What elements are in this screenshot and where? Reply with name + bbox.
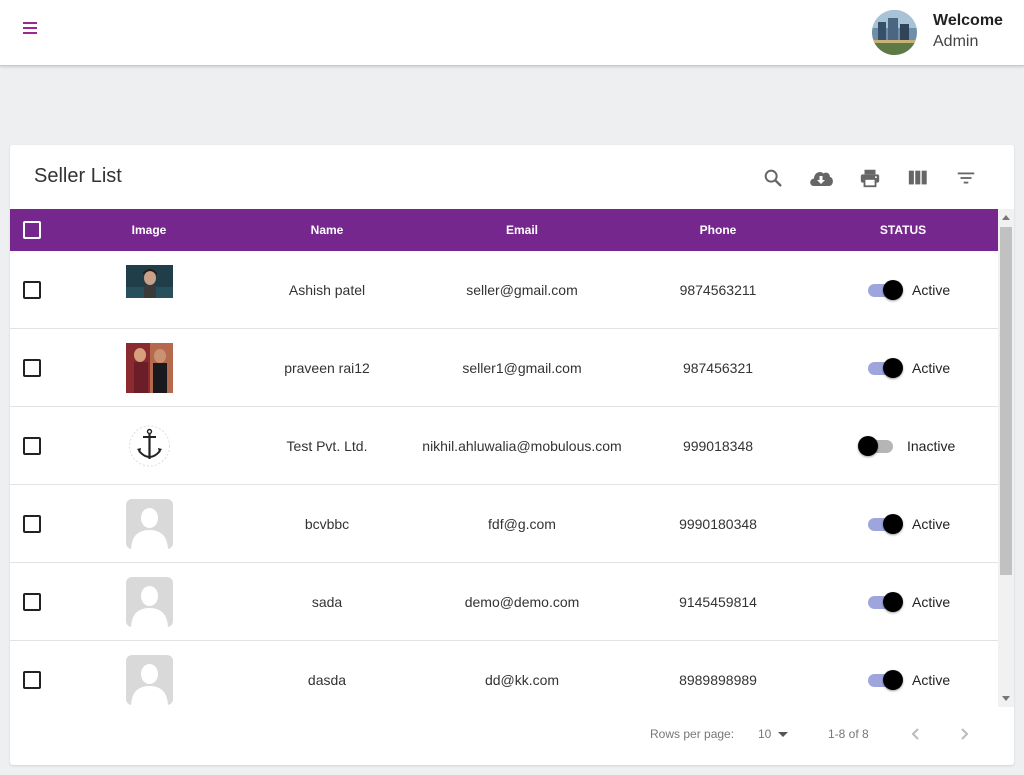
table-row: Test Pvt. Ltd. nikhil.ahluwalia@mobulous… <box>10 407 998 485</box>
status-label: Active <box>912 282 951 298</box>
user-name: Admin <box>933 33 979 50</box>
row-checkbox[interactable] <box>23 515 41 533</box>
seller-name: bcvbbc <box>304 516 350 532</box>
column-header-status[interactable]: STATUS <box>853 209 953 251</box>
table-row: bcvbbc fdf@g.com 9990180348 Active <box>10 485 998 563</box>
previous-page-button[interactable] <box>906 724 926 744</box>
seller-name: dasda <box>307 672 347 688</box>
row-checkbox[interactable] <box>23 281 41 299</box>
seller-list-card: Seller List Image Name Email Phone STATU… <box>10 145 1014 765</box>
seller-email: demo@demo.com <box>464 594 580 610</box>
table-row: sada demo@demo.com 9145459814 Active <box>10 563 998 641</box>
table-header-row: Image Name Email Phone STATUS <box>10 209 998 251</box>
page-title: Seller List <box>34 165 122 187</box>
cloud-download-icon[interactable] <box>808 165 834 191</box>
status-label: Active <box>912 516 951 532</box>
row-checkbox[interactable] <box>23 593 41 611</box>
avatar-placeholder-icon <box>126 577 173 627</box>
scrollbar-thumb[interactable] <box>1000 227 1012 575</box>
seller-email: seller1@gmail.com <box>462 360 582 376</box>
seller-email: dd@kk.com <box>484 672 560 688</box>
rows-per-page-label: Rows per page: <box>650 727 735 741</box>
status-label: Active <box>912 672 951 688</box>
table-pagination: Rows per page: 10 1-8 of 8 <box>10 707 1014 765</box>
column-header-name[interactable]: Name <box>267 209 387 251</box>
status-label: Active <box>912 360 951 376</box>
seller-table: Image Name Email Phone STATUS Ashish pat… <box>10 209 998 707</box>
status-toggle[interactable] <box>866 591 904 613</box>
column-header-image[interactable]: Image <box>99 209 199 251</box>
scroll-down-arrow-icon[interactable] <box>1002 696 1010 701</box>
next-page-button[interactable] <box>954 724 974 744</box>
column-header-email[interactable]: Email <box>442 209 602 251</box>
seller-logo <box>126 421 173 471</box>
seller-name: praveen rai12 <box>284 360 370 376</box>
status-toggle[interactable] <box>866 513 904 535</box>
status-label: Active <box>912 594 951 610</box>
status-toggle[interactable] <box>857 435 895 457</box>
hamburger-menu-icon[interactable] <box>23 22 41 40</box>
seller-image <box>126 343 173 393</box>
welcome-text: Welcome <box>933 12 1003 29</box>
status-toggle[interactable] <box>866 357 904 379</box>
seller-name: Test Pvt. Ltd. <box>286 438 368 454</box>
seller-image <box>126 265 173 298</box>
pagination-range: 1-8 of 8 <box>828 727 869 741</box>
seller-phone: 987456321 <box>682 360 754 376</box>
seller-phone: 9990180348 <box>679 516 757 532</box>
status-label: Inactive <box>907 438 956 454</box>
rows-per-page-select[interactable]: 10 <box>758 727 789 741</box>
rows-per-page-value: 10 <box>758 727 772 741</box>
search-icon[interactable] <box>760 165 786 191</box>
scroll-up-arrow-icon[interactable] <box>1002 215 1010 220</box>
seller-phone: 999018348 <box>682 438 754 454</box>
seller-email: seller@gmail.com <box>466 282 578 298</box>
table-row: dasda dd@kk.com 8989898989 Active <box>10 641 998 707</box>
seller-phone: 9145459814 <box>679 594 757 610</box>
chevron-down-icon <box>778 732 789 738</box>
avatar[interactable] <box>872 10 917 55</box>
filter-list-icon[interactable] <box>953 165 979 191</box>
seller-phone: 8989898989 <box>679 672 757 688</box>
row-checkbox[interactable] <box>23 437 41 455</box>
seller-email: fdf@g.com <box>488 516 556 532</box>
view-columns-icon[interactable] <box>905 165 931 191</box>
seller-email: nikhil.ahluwalia@mobulous.com <box>422 438 622 454</box>
avatar-placeholder-icon <box>126 655 173 705</box>
top-app-bar: Welcome Admin <box>0 0 1024 66</box>
status-toggle[interactable] <box>866 669 904 691</box>
seller-name: Ashish patel <box>288 282 366 298</box>
seller-phone: 9874563211 <box>679 282 757 298</box>
seller-name: sada <box>311 594 343 610</box>
status-toggle[interactable] <box>866 279 904 301</box>
avatar-placeholder-icon <box>126 499 173 549</box>
table-row: Ashish patel seller@gmail.com 9874563211… <box>10 251 998 329</box>
column-header-phone[interactable]: Phone <box>668 209 768 251</box>
table-scrollbar[interactable] <box>998 209 1014 707</box>
row-checkbox[interactable] <box>23 359 41 377</box>
table-row: praveen rai12 seller1@gmail.com 98745632… <box>10 329 998 407</box>
print-icon[interactable] <box>857 165 883 191</box>
select-all-checkbox[interactable] <box>23 221 41 239</box>
row-checkbox[interactable] <box>23 671 41 689</box>
